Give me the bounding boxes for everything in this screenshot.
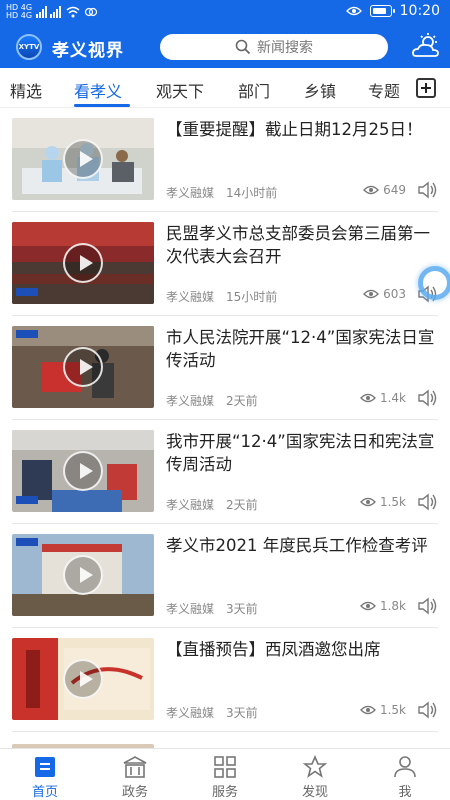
view-count: 1.8k bbox=[360, 599, 406, 613]
battery-fill bbox=[372, 8, 387, 14]
news-thumbnail[interactable] bbox=[12, 430, 154, 512]
view-count: 1.5k bbox=[360, 495, 406, 509]
news-time: 14小时前 bbox=[226, 186, 278, 200]
nav-services[interactable]: 服务 bbox=[195, 755, 255, 800]
cloud-service-icon bbox=[84, 7, 98, 17]
wifi-icon bbox=[66, 6, 80, 18]
star-icon bbox=[302, 755, 328, 778]
sim-indicators: HD 4G HD 4G bbox=[6, 3, 33, 20]
news-item[interactable]: 【直播预告】西凤酒邀您出席 孝义融媒 3天前 1.5k bbox=[12, 628, 438, 732]
news-title[interactable]: 民盟孝义市总支部委员会第三届第一次代表大会召开 bbox=[166, 222, 438, 268]
news-time: 15小时前 bbox=[226, 290, 278, 304]
news-title[interactable]: 【重要提醒】截止日期12月25日！ bbox=[166, 118, 438, 141]
news-item[interactable]: 孝义市2021 年度民兵工作检查考评 孝义融媒 3天前 1.8k bbox=[12, 524, 438, 628]
news-thumbnail[interactable] bbox=[12, 326, 154, 408]
news-source: 孝义融媒 bbox=[166, 498, 215, 512]
play-icon bbox=[63, 555, 103, 595]
status-left: HD 4G HD 4G bbox=[6, 4, 98, 20]
app-logo[interactable]: XYTV bbox=[16, 34, 42, 60]
eye-icon bbox=[360, 393, 376, 403]
view-count: 649 bbox=[363, 183, 406, 197]
eye-icon bbox=[360, 601, 376, 611]
nav-home[interactable]: 首页 bbox=[15, 755, 75, 800]
news-time: 2天前 bbox=[226, 394, 258, 408]
channel-tabs: 精选 看孝义 观天下 部门 乡镇 专题 bbox=[0, 68, 450, 108]
news-item[interactable]: 【重要提醒】截止日期12月25日！ 孝义融媒 14小时前 649 bbox=[12, 108, 438, 212]
view-count: 1.4k bbox=[360, 391, 406, 405]
news-thumbnail[interactable] bbox=[12, 118, 154, 200]
play-icon bbox=[63, 243, 103, 283]
eye-comfort-icon bbox=[345, 6, 362, 16]
news-thumbnail[interactable] bbox=[12, 222, 154, 304]
grid-icon bbox=[214, 756, 236, 778]
news-source: 孝义融媒 bbox=[166, 186, 215, 200]
search-placeholder: 新闻搜索 bbox=[257, 40, 313, 56]
eye-icon bbox=[363, 185, 380, 195]
eye-icon bbox=[363, 289, 380, 299]
weather-icon[interactable] bbox=[410, 32, 442, 62]
play-icon bbox=[63, 139, 103, 179]
news-item-partial[interactable] bbox=[12, 732, 438, 748]
news-list: 【重要提醒】截止日期12月25日！ 孝义融媒 14小时前 649 民盟孝义市总支… bbox=[0, 108, 450, 748]
news-thumbnail[interactable] bbox=[12, 534, 154, 616]
search-box[interactable]: 新闻搜索 bbox=[160, 34, 388, 60]
news-source: 孝义融媒 bbox=[166, 602, 215, 616]
view-count: 603 bbox=[363, 287, 406, 301]
news-source: 孝义融媒 bbox=[166, 706, 215, 720]
tab-departments[interactable]: 部门 bbox=[238, 78, 270, 102]
app-bar: XYTV 孝义视界 新闻搜索 bbox=[0, 24, 450, 68]
speaker-icon[interactable] bbox=[416, 180, 438, 200]
news-time: 2天前 bbox=[226, 498, 258, 512]
eye-icon bbox=[360, 497, 376, 507]
battery-icon bbox=[369, 5, 395, 17]
news-item[interactable]: 我市开展“12·4”国家宪法日和宪法宣传周活动 孝义融媒 2天前 1.5k bbox=[12, 420, 438, 524]
status-right: 10:20 bbox=[345, 3, 440, 19]
news-title[interactable]: 我市开展“12·4”国家宪法日和宪法宣传周活动 bbox=[166, 430, 438, 476]
view-count: 1.5k bbox=[360, 703, 406, 717]
news-time: 3天前 bbox=[226, 706, 258, 720]
play-icon bbox=[63, 451, 103, 491]
news-source: 孝义融媒 bbox=[166, 290, 215, 304]
app-header: HD 4G HD 4G 10:20 XYTV 孝义视界 新闻搜索 bbox=[0, 0, 450, 68]
speaker-icon[interactable] bbox=[416, 700, 438, 720]
nav-me[interactable]: 我 bbox=[375, 755, 435, 800]
tab-towns[interactable]: 乡镇 bbox=[304, 78, 336, 102]
speaker-icon[interactable] bbox=[416, 596, 438, 616]
clock: 10:20 bbox=[399, 3, 440, 19]
news-source: 孝义融媒 bbox=[166, 394, 215, 408]
news-thumbnail[interactable] bbox=[12, 638, 154, 720]
bottom-nav: 首页 政务 服务 发现 我 bbox=[0, 748, 450, 800]
government-icon bbox=[123, 756, 147, 778]
speaker-icon[interactable] bbox=[416, 492, 438, 512]
news-title[interactable]: 孝义市2021 年度民兵工作检查考评 bbox=[166, 534, 438, 557]
news-time: 3天前 bbox=[226, 602, 258, 616]
play-icon bbox=[63, 347, 103, 387]
floating-assistant-button[interactable] bbox=[418, 266, 450, 300]
tabs-fade bbox=[395, 68, 415, 106]
news-item[interactable]: 市人民法院开展“12·4”国家宪法日宣传活动 孝义融媒 2天前 1.4k bbox=[12, 316, 438, 420]
status-bar: HD 4G HD 4G 10:20 bbox=[0, 0, 450, 24]
add-channel-button[interactable] bbox=[416, 78, 436, 98]
user-icon bbox=[394, 756, 416, 778]
play-icon bbox=[63, 659, 103, 699]
nav-discover[interactable]: 发现 bbox=[285, 755, 345, 800]
news-title[interactable]: 市人民法院开展“12·4”国家宪法日宣传活动 bbox=[166, 326, 438, 372]
eye-icon bbox=[360, 705, 376, 715]
speaker-icon[interactable] bbox=[416, 388, 438, 408]
signal-icon bbox=[36, 6, 62, 18]
tab-xiaoyi[interactable]: 看孝义 bbox=[74, 78, 122, 102]
tab-featured[interactable]: 精选 bbox=[10, 78, 42, 102]
home-icon bbox=[35, 757, 55, 777]
nav-government[interactable]: 政务 bbox=[105, 755, 165, 800]
news-item[interactable]: 民盟孝义市总支部委员会第三届第一次代表大会召开 孝义融媒 15小时前 603 bbox=[12, 212, 438, 316]
search-icon bbox=[235, 39, 251, 55]
app-title: 孝义视界 bbox=[52, 41, 124, 61]
news-title[interactable]: 【直播预告】西凤酒邀您出席 bbox=[166, 638, 438, 661]
active-tab-indicator bbox=[74, 104, 130, 107]
plus-icon bbox=[421, 83, 431, 93]
tab-world[interactable]: 观天下 bbox=[156, 78, 204, 102]
